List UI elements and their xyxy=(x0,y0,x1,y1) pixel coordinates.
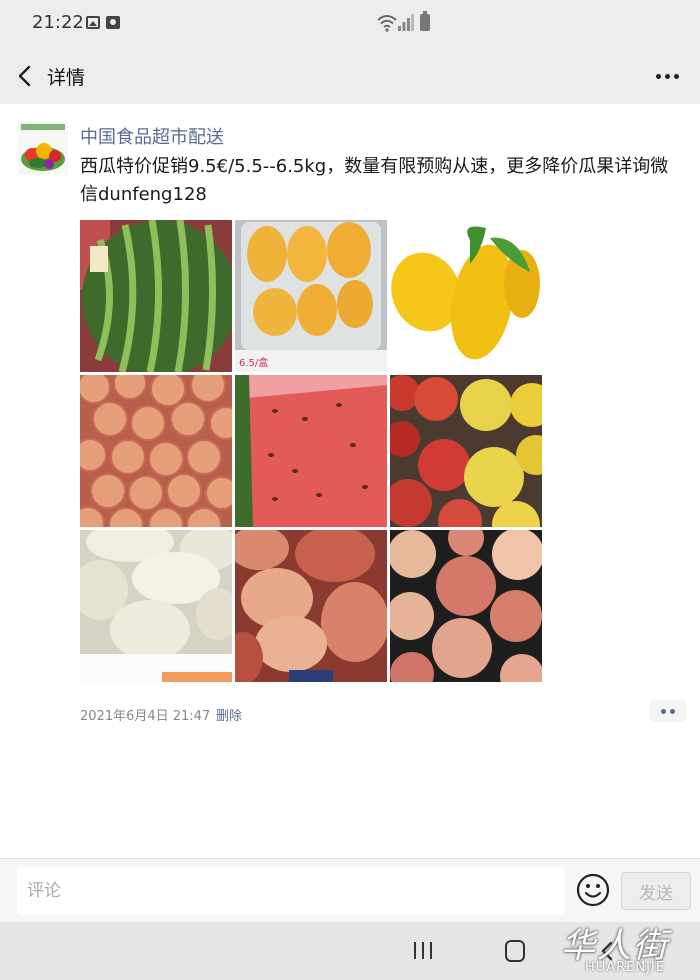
post-author[interactable]: 中国食品超市配送 xyxy=(80,123,224,149)
photo-yellow-mangoes[interactable] xyxy=(390,220,542,372)
watermark: 华人街 HUARENJIE xyxy=(555,918,695,980)
comment-bar: 发送 xyxy=(0,858,700,922)
photo-lychees[interactable] xyxy=(80,375,232,527)
photo-flat-peaches[interactable] xyxy=(235,530,387,682)
wifi-icon xyxy=(377,15,397,32)
send-button[interactable]: 发送 xyxy=(621,872,691,910)
avatar[interactable] xyxy=(18,121,68,175)
recents-icon[interactable] xyxy=(410,939,436,963)
post-text: 西瓜特价促销9.5€/5.5--6.5kg，数量有限预购从速，更多降价瓜果详询微… xyxy=(80,156,669,205)
post-timestamp: 2021年6月4日 21:47 xyxy=(80,709,211,724)
gallery-icon xyxy=(86,16,100,29)
status-bar: 21:22 xyxy=(0,0,700,48)
photo-white-melons[interactable] xyxy=(80,530,232,682)
photo-watermelon[interactable] xyxy=(80,220,232,372)
page-title: 详情 xyxy=(47,67,86,89)
photo-apples[interactable] xyxy=(390,375,542,527)
comment-input[interactable] xyxy=(17,867,565,915)
battery-icon xyxy=(420,11,430,31)
image-grid: 6.5/盒 xyxy=(80,220,544,682)
delete-link[interactable]: 删除 xyxy=(216,705,242,724)
signal-icon xyxy=(398,14,414,31)
like-comment-button[interactable] xyxy=(650,700,686,722)
status-time: 21:22 xyxy=(32,12,84,33)
back-arrow-icon[interactable] xyxy=(14,62,38,90)
photo-mangoes-box[interactable]: 6.5/盒 xyxy=(235,220,387,372)
price-tag: 6.5/盒 xyxy=(239,356,268,369)
home-icon[interactable] xyxy=(505,940,525,962)
watermark-text: HUARENJIE xyxy=(585,960,666,975)
photo-peaches[interactable] xyxy=(390,530,542,682)
emoji-icon[interactable] xyxy=(576,873,610,907)
screen-record-icon xyxy=(106,16,120,29)
photo-watermelon-flesh[interactable] xyxy=(235,375,387,527)
nav-bar: 详情 xyxy=(0,48,700,104)
more-options-icon[interactable] xyxy=(652,62,684,90)
